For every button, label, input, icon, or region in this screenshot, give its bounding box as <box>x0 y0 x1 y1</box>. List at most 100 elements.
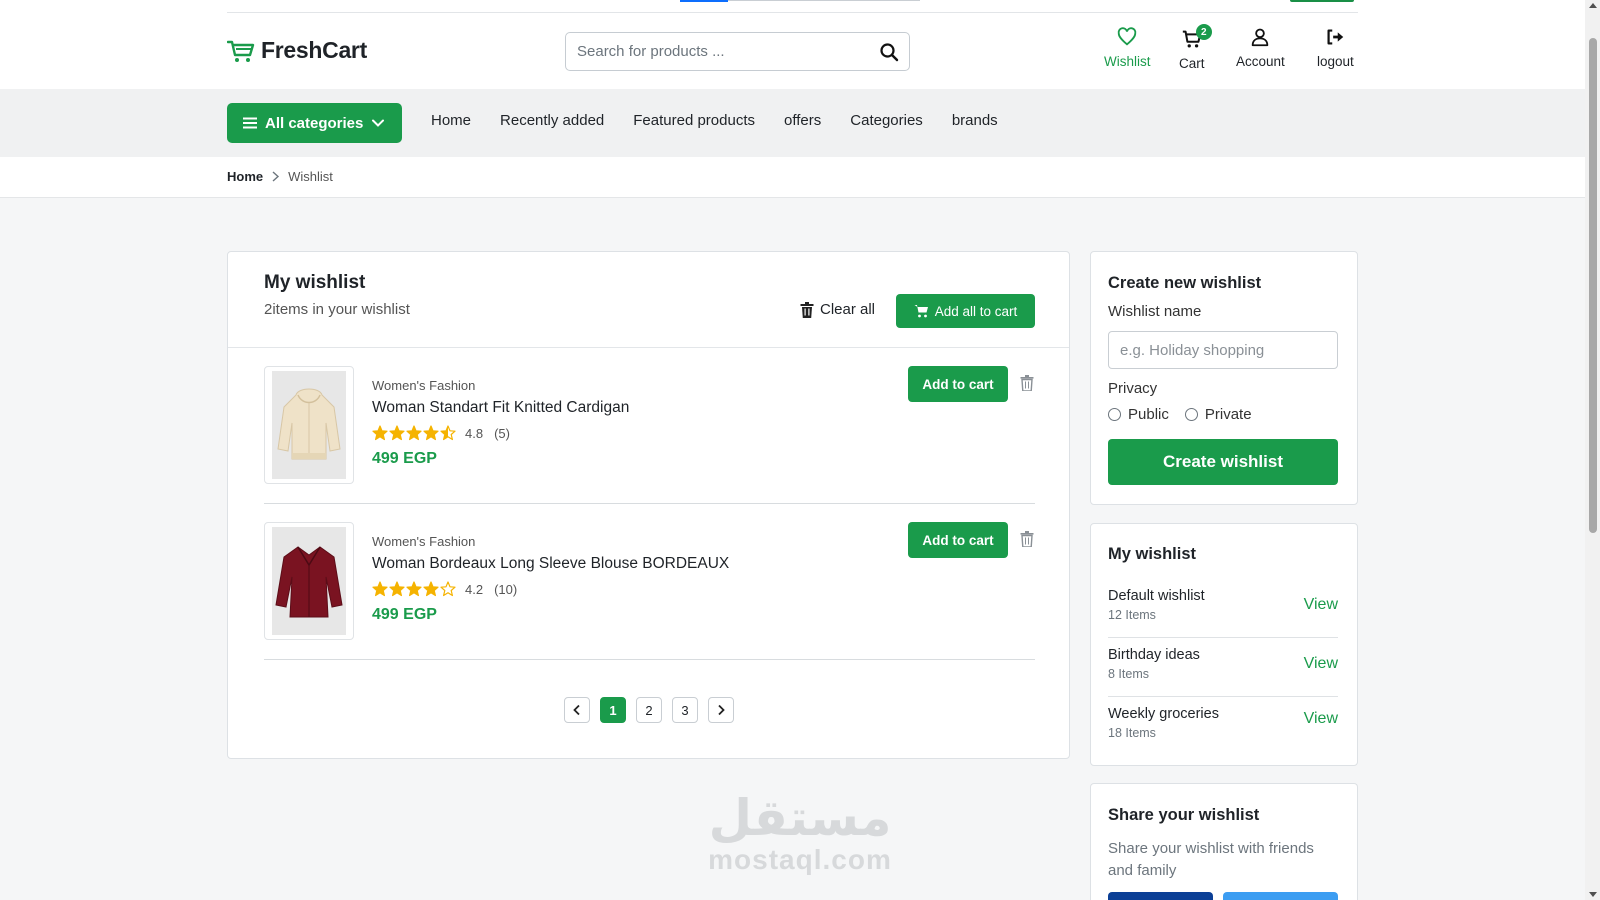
top-accent-tab <box>1290 0 1354 2</box>
header-wishlist-link[interactable]: Wishlist <box>1104 26 1151 69</box>
top-tab-indicator <box>680 0 728 2</box>
product-category: Women's Fashion <box>372 534 476 549</box>
cart-icon <box>914 305 928 318</box>
add-to-cart-button[interactable]: Add to cart <box>908 366 1008 402</box>
search-icon[interactable] <box>879 42 899 62</box>
list-name: Birthday ideas <box>1108 647 1200 663</box>
header-logout-link[interactable]: logout <box>1317 26 1354 69</box>
wishlist-panel: My wishlist 2items in your wishlist Clea… <box>227 251 1070 759</box>
list-name: Weekly groceries <box>1108 706 1219 722</box>
star-rating <box>372 581 456 597</box>
page-scrollbar[interactable] <box>1585 0 1600 900</box>
category-bar: All categories Home Recently added Featu… <box>0 89 1585 157</box>
menu-icon <box>243 117 257 129</box>
product-image <box>272 371 346 479</box>
top-strip <box>0 0 1585 13</box>
wishlist-list-item: Default wishlist 12 Items View <box>1108 580 1338 638</box>
nav-categories[interactable]: Categories <box>850 112 923 129</box>
scroll-up-arrow[interactable] <box>1589 3 1597 8</box>
next-page-button[interactable] <box>708 697 734 723</box>
star-full-icon <box>389 425 405 441</box>
watermark-latin: mostaql.com <box>708 844 892 875</box>
nav-recently-added[interactable]: Recently added <box>500 112 604 129</box>
header-account-link[interactable]: Account <box>1236 26 1285 69</box>
view-list-link[interactable]: View <box>1304 710 1338 728</box>
nav-brands[interactable]: brands <box>952 112 998 129</box>
review-count: (10) <box>494 581 518 597</box>
clear-all-button[interactable]: Clear all <box>800 301 875 318</box>
share-twitter-button[interactable] <box>1223 892 1338 900</box>
create-wishlist-card: Create new wishlist Wishlist name Privac… <box>1090 251 1358 505</box>
prev-page-button[interactable] <box>564 697 590 723</box>
brand-name: FreshCart <box>261 37 367 63</box>
public-radio[interactable]: Public <box>1108 406 1169 423</box>
private-radio[interactable]: Private <box>1184 406 1252 423</box>
scroll-down-arrow[interactable] <box>1589 892 1597 897</box>
breadcrumb-bar: Home Wishlist <box>0 157 1585 198</box>
star-full-icon <box>423 581 439 597</box>
product-name[interactable]: Woman Standart Fit Knitted Cardigan <box>372 399 629 417</box>
nav-offers[interactable]: offers <box>784 112 821 129</box>
product-name[interactable]: Woman Bordeaux Long Sleeve Blouse BORDEA… <box>372 555 729 573</box>
page-1-button[interactable]: 1 <box>600 697 626 723</box>
all-categories-label: All categories <box>265 114 364 132</box>
privacy-options: Public Private <box>1108 406 1252 423</box>
wishlist-name-input[interactable] <box>1108 331 1338 369</box>
list-count: 8 Items <box>1108 667 1149 681</box>
clear-all-label: Clear all <box>820 301 876 318</box>
star-half-icon <box>440 425 456 441</box>
wishlist-list-item: Birthday ideas 8 Items View <box>1108 639 1338 697</box>
logout-icon <box>1327 29 1344 45</box>
page-2-button[interactable]: 2 <box>636 697 662 723</box>
privacy-label: Privacy <box>1108 380 1158 397</box>
wishlist-subtitle: 2items in your wishlist <box>264 301 410 318</box>
heart-icon <box>1118 27 1137 46</box>
view-list-link[interactable]: View <box>1304 596 1338 614</box>
page-3-button[interactable]: 3 <box>672 697 698 723</box>
star-full-icon <box>406 425 422 441</box>
watermark-arabic: مستقل <box>708 789 892 847</box>
private-label: Private <box>1204 406 1252 423</box>
search-input[interactable] <box>577 33 867 69</box>
breadcrumb: Home Wishlist <box>227 169 333 184</box>
add-all-label: Add all to cart <box>934 303 1018 319</box>
pagination: 1 2 3 <box>564 697 734 723</box>
wishlist-header: My wishlist 2items in your wishlist Clea… <box>228 252 1069 348</box>
product-thumbnail[interactable] <box>264 522 354 640</box>
share-facebook-button[interactable] <box>1108 892 1213 900</box>
review-count: (5) <box>494 425 510 441</box>
chevron-down-icon <box>372 119 385 127</box>
rating-value: 4.8 <box>465 425 484 441</box>
add-all-to-cart-button[interactable]: Add all to cart <box>896 294 1035 328</box>
create-wishlist-button[interactable]: Create wishlist <box>1108 439 1338 485</box>
logo[interactable]: FreshCart <box>227 37 367 64</box>
product-thumbnail[interactable] <box>264 366 354 484</box>
header-cart-link[interactable]: 2 Cart <box>1179 24 1212 71</box>
nav-featured-products[interactable]: Featured products <box>633 112 755 129</box>
radio-circle <box>1108 408 1121 421</box>
remove-trash-icon[interactable] <box>1020 375 1034 391</box>
wishlist-label: Wishlist <box>1104 54 1151 69</box>
account-label: Account <box>1236 54 1285 69</box>
wishlist-item: Women's Fashion Woman Bordeaux Long Slee… <box>264 504 1035 660</box>
view-list-link[interactable]: View <box>1304 655 1338 673</box>
product-rating: 4.8 (5) <box>372 425 510 441</box>
public-label: Public <box>1128 406 1169 423</box>
product-price: 499 EGP <box>372 450 437 467</box>
cart-count-badge: 2 <box>1195 24 1212 40</box>
list-count: 12 Items <box>1108 608 1156 622</box>
product-rating: 4.2 (10) <box>372 581 517 597</box>
product-image <box>272 527 346 635</box>
scrollbar-thumb[interactable] <box>1589 38 1597 533</box>
all-categories-button[interactable]: All categories <box>227 103 402 143</box>
breadcrumb-home[interactable]: Home <box>227 169 263 184</box>
add-to-cart-button[interactable]: Add to cart <box>908 522 1008 558</box>
star-rating <box>372 425 456 441</box>
user-icon <box>1252 28 1269 47</box>
rating-value: 4.2 <box>465 581 484 597</box>
star-full-icon <box>372 425 388 441</box>
remove-trash-icon[interactable] <box>1020 531 1034 547</box>
wishlist-name-label: Wishlist name <box>1108 303 1202 320</box>
my-wishlists-card: My wishlist Default wishlist 12 Items Vi… <box>1090 523 1358 766</box>
nav-home[interactable]: Home <box>431 112 471 129</box>
